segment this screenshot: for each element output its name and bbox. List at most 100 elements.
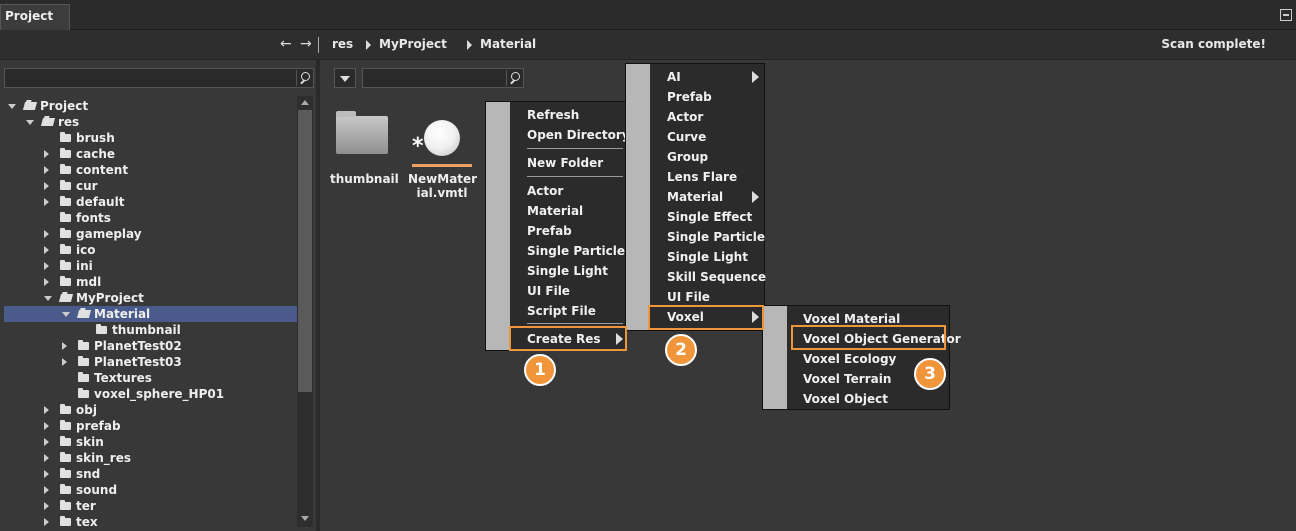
tree-item-material[interactable]: Material [4,306,297,322]
expand-arrow-right-icon[interactable] [44,182,49,190]
expand-arrow-right-icon[interactable] [44,166,49,174]
tree-item-planettest03[interactable]: PlanetTest03 [4,354,297,370]
tree-item-mdl[interactable]: mdl [4,274,297,290]
menu-item-script-file[interactable]: Script File [527,301,596,321]
tree-item-skin-res[interactable]: skin_res [4,450,297,466]
tree-item-res[interactable]: res [4,114,297,130]
expand-arrow-right-icon[interactable] [44,262,49,270]
menu-item-single-particle[interactable]: Single Particle [527,241,625,261]
tree-item-default[interactable]: default [4,194,297,210]
menu-item-open-directory[interactable]: Open Directory [527,125,630,145]
expand-arrow-right-icon[interactable] [44,518,49,526]
file-name-thumbnail[interactable]: thumbnail [330,172,399,186]
tree-item-ter[interactable]: ter [4,498,297,514]
expand-arrow-down-icon[interactable] [26,120,34,125]
folder-icon [60,276,71,286]
scroll-down-icon[interactable] [301,516,309,521]
menu-item-new-folder[interactable]: New Folder [527,153,603,173]
tree-item-prefab[interactable]: prefab [4,418,297,434]
search-icon[interactable] [506,70,522,86]
expand-arrow-down-icon[interactable] [62,312,70,317]
tab-project[interactable]: Project [0,4,70,30]
breadcrumb-res[interactable]: res [332,37,353,51]
breadcrumb-myproject[interactable]: MyProject [379,37,447,51]
tree-item-ini[interactable]: ini [4,258,297,274]
breadcrumb-material[interactable]: Material [480,37,536,51]
expand-arrow-right-icon[interactable] [44,502,49,510]
expand-arrow-right-icon[interactable] [44,422,49,430]
tree-item-label: Project [40,99,89,113]
tree-item-voxel-sphere-hp01[interactable]: voxel_sphere_HP01 [4,386,297,402]
tree-search-input[interactable] [4,68,314,88]
expand-arrow-right-icon[interactable] [62,358,67,366]
menu-item-single-light[interactable]: Single Light [667,247,748,267]
menu-item-actor[interactable]: Actor [667,107,703,127]
menu-item-single-light[interactable]: Single Light [527,261,608,281]
arrow-left-icon[interactable]: ← [280,36,292,52]
expand-arrow-right-icon[interactable] [44,438,49,446]
file-search-input[interactable] [362,68,524,88]
expand-arrow-right-icon[interactable] [62,342,67,350]
tree-item-sound[interactable]: sound [4,482,297,498]
tree-item-brush[interactable]: brush [4,130,297,146]
tree-item-gameplay[interactable]: gameplay [4,226,297,242]
tree-item-cache[interactable]: cache [4,146,297,162]
menu-item-lens-flare[interactable]: Lens Flare [667,167,737,187]
tree-item-obj[interactable]: obj [4,402,297,418]
tree-item-textures[interactable]: Textures [4,370,297,386]
folder-icon [60,404,71,414]
scroll-up-icon[interactable] [301,100,309,105]
menu-item-prefab[interactable]: Prefab [667,87,712,107]
tree-item-snd[interactable]: snd [4,466,297,482]
tree-item-content[interactable]: content [4,162,297,178]
menu-item-voxel-ecology[interactable]: Voxel Ecology [803,349,896,369]
menu-item-group[interactable]: Group [667,147,708,167]
pin-icon[interactable] [1280,9,1292,21]
search-icon[interactable] [296,70,312,86]
menu-item-actor[interactable]: Actor [527,181,563,201]
menu-item-voxel-terrain[interactable]: Voxel Terrain [803,369,891,389]
folder-icon[interactable] [336,111,388,154]
menu-item-voxel-object[interactable]: Voxel Object [803,389,888,409]
expand-arrow-down-icon[interactable] [44,296,52,301]
menu-item-skill-sequence[interactable]: Skill Sequence [667,267,766,287]
menu-item-prefab[interactable]: Prefab [527,221,572,241]
project-tree: Project res brush cache content cur default fon… [4,96,297,527]
menu-item-ui-file[interactable]: UI File [667,287,710,307]
expand-arrow-right-icon[interactable] [44,470,49,478]
view-dropdown-button[interactable] [334,68,356,88]
file-name-newmaterial[interactable]: NewMater ial.vmtl [408,172,477,200]
tree-item-skin[interactable]: skin [4,434,297,450]
menu-item-material[interactable]: Material [527,201,583,221]
tree-scrollbar[interactable] [297,96,313,527]
expand-arrow-right-icon[interactable] [44,406,49,414]
menu-item-single-effect[interactable]: Single Effect [667,207,752,227]
tree-item-ico[interactable]: ico [4,242,297,258]
scroll-thumb[interactable] [298,110,312,392]
expand-arrow-right-icon[interactable] [44,486,49,494]
expand-arrow-right-icon[interactable] [44,454,49,462]
expand-arrow-right-icon[interactable] [44,198,49,206]
menu-item-refresh[interactable]: Refresh [527,105,579,125]
tree-item-fonts[interactable]: fonts [4,210,297,226]
tree-item-myproject[interactable]: MyProject [4,290,297,306]
material-sphere-icon[interactable] [424,120,460,156]
tree-item-thumbnail[interactable]: thumbnail [4,322,297,338]
folder-icon [60,164,71,174]
menu-item-curve[interactable]: Curve [667,127,706,147]
expand-arrow-right-icon[interactable] [44,150,49,158]
tree-item-label: thumbnail [112,323,181,337]
tree-item-cur[interactable]: cur [4,178,297,194]
menu-item-ui-file[interactable]: UI File [527,281,570,301]
tree-item-planettest02[interactable]: PlanetTest02 [4,338,297,354]
menu-item-single-particle[interactable]: Single Particle [667,227,765,247]
expand-arrow-right-icon[interactable] [44,278,49,286]
expand-arrow-right-icon[interactable] [44,230,49,238]
arrow-right-icon[interactable]: → [300,36,312,52]
tree-item-tex[interactable]: tex [4,514,297,527]
expand-arrow-right-icon[interactable] [44,246,49,254]
expand-arrow-down-icon[interactable] [8,104,16,109]
menu-item-ai[interactable]: AI [667,67,681,87]
tree-item-project[interactable]: Project [4,98,297,114]
menu-item-material[interactable]: Material [667,187,723,207]
